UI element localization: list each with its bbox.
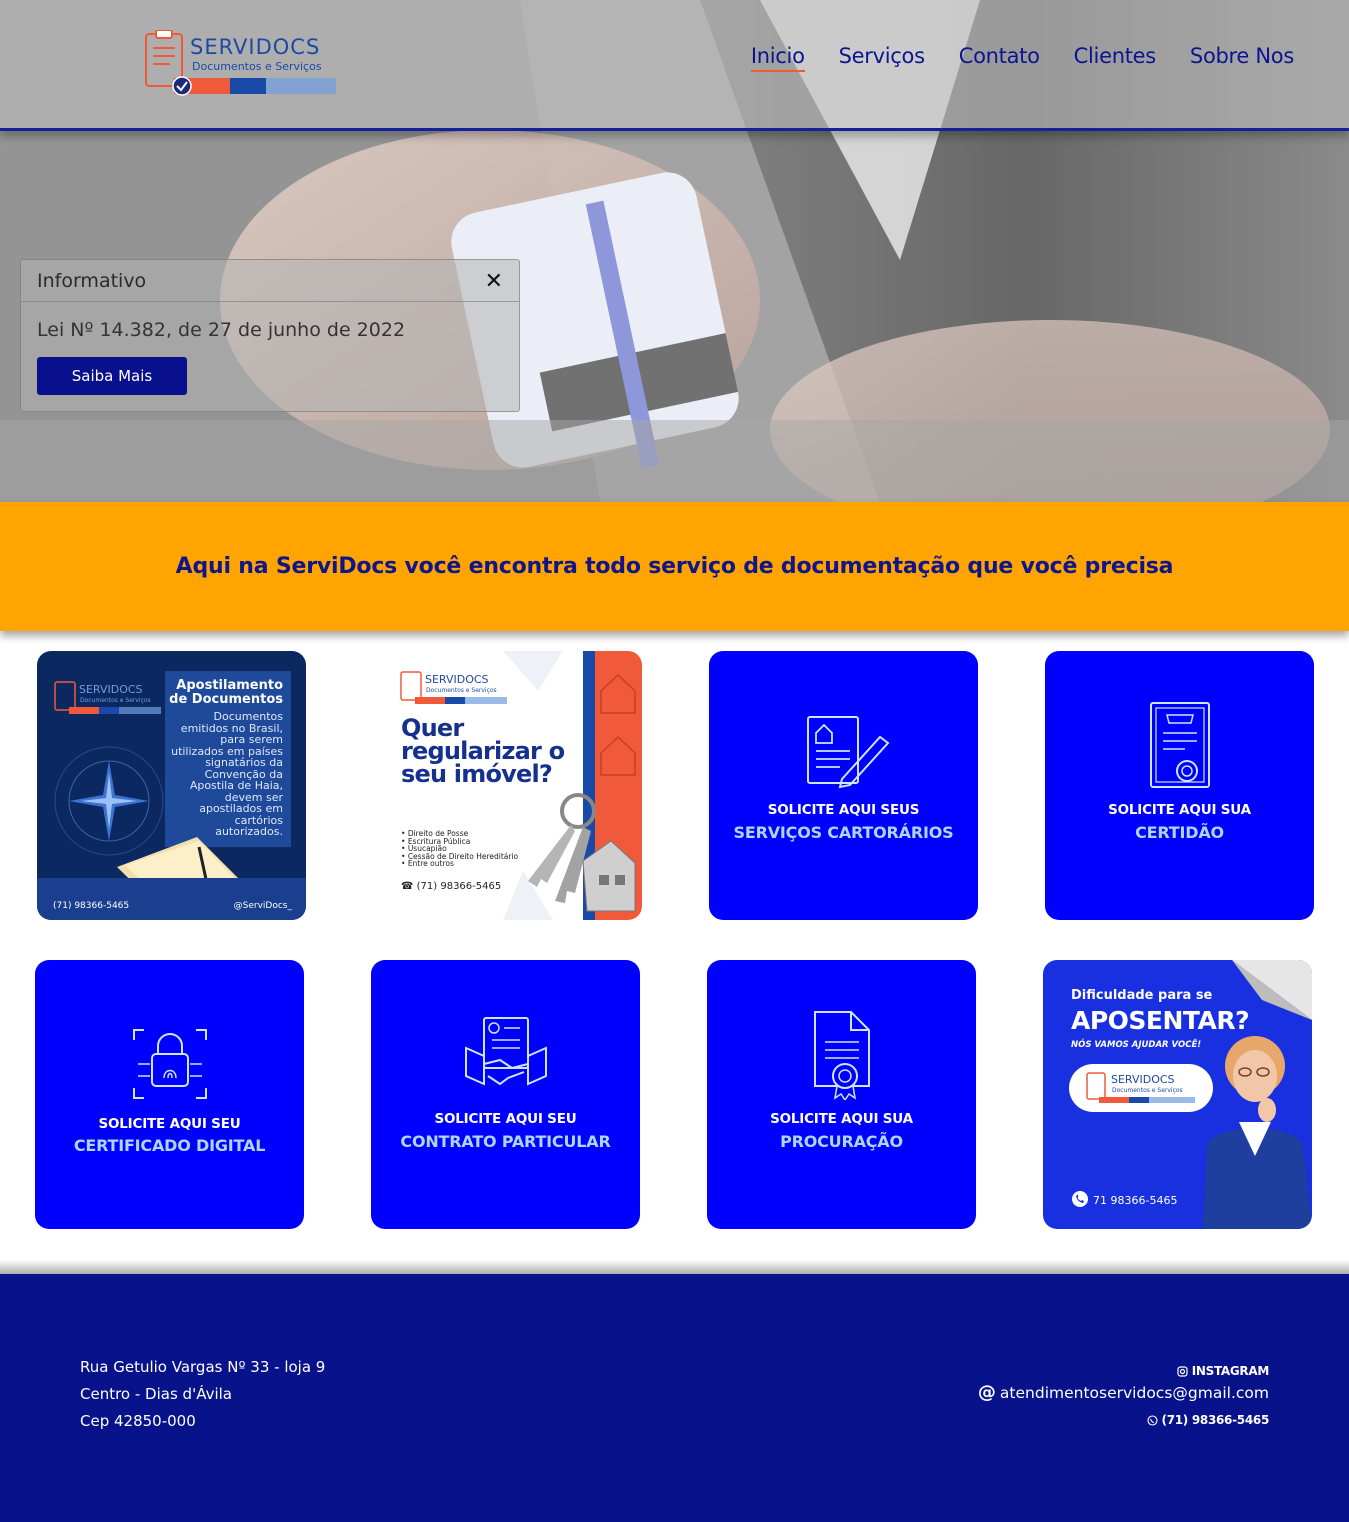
- servidocs-logo: SERVIDOCS Documentos e Serviços: [54, 681, 161, 714]
- svg-text:SERVIDOCS: SERVIDOCS: [1111, 1073, 1175, 1086]
- instagram-label: INSTAGRAM: [1191, 1364, 1270, 1378]
- apostilamento-instagram: @ServiDocs_: [233, 901, 292, 911]
- imovel-list: • Direito de Posse • Escritura Pública •…: [401, 830, 518, 868]
- whatsapp-icon: [1072, 1191, 1088, 1207]
- email-label: atendimentoservidocs@gmail.com: [999, 1383, 1269, 1402]
- svg-text:SERVIDOCS: SERVIDOCS: [190, 35, 320, 59]
- card-procuracao[interactable]: SOLICITE AQUI SUA PROCURAÇÃO: [707, 960, 976, 1229]
- apostilamento-title-line2: de Documentos: [169, 692, 283, 707]
- apostilamento-title: Apostilamento de Documentos: [165, 679, 283, 707]
- nav-clientes[interactable]: Clientes: [1074, 44, 1157, 72]
- svg-text:SERVIDOCS: SERVIDOCS: [425, 673, 489, 686]
- svg-text:Documentos e Serviços: Documentos e Serviços: [426, 687, 497, 694]
- whatsapp-label: (71) 98366-5465: [1161, 1413, 1270, 1427]
- imovel-title: Quer regularizar o seu imóvel?: [401, 714, 565, 788]
- phone-icon: ☎: [401, 881, 417, 892]
- apostilamento-phone: (71) 98366-5465: [53, 901, 130, 911]
- nav-inicio[interactable]: Inicio: [750, 44, 805, 72]
- card-line2: CERTIDÃO: [1135, 823, 1224, 842]
- card-line1: SOLICITE AQUI SUA: [1108, 802, 1251, 818]
- card-line2: PROCURAÇÃO: [780, 1132, 903, 1151]
- card-servicos-cartorarios[interactable]: SOLICITE AQUI SEUS SERVIÇOS CARTORÁRIOS: [709, 651, 978, 920]
- whatsapp-icon: [1146, 1414, 1158, 1426]
- apostilamento-panel: Apostilamento de Documentos Documentos em…: [165, 671, 291, 847]
- card-line1: SOLICITE AQUI SEU: [434, 1111, 577, 1127]
- svg-text:Documentos e Serviços: Documentos e Serviços: [1112, 1087, 1183, 1094]
- fingerprint-lock-icon: [132, 1029, 207, 1099]
- address-line: Rua Getulio Vargas Nº 33 - loja 9: [80, 1358, 326, 1376]
- certificate-icon: [1149, 702, 1210, 788]
- info-popup-title: Informativo: [37, 269, 147, 292]
- aposentar-subtitle: NÓS VAMOS AJUDAR VOCÊ!: [1071, 1040, 1202, 1050]
- servidocs-logo: SERVIDOCS Documentos e Serviços: [400, 671, 507, 704]
- address-line: Cep 42850-000: [80, 1412, 196, 1430]
- address-line: Centro - Dias d'Ávila: [80, 1385, 232, 1403]
- footer-shadow: [0, 1260, 1349, 1274]
- aposentar-phone: 71 98366-5465: [1093, 1194, 1178, 1207]
- keys-icon: [528, 793, 636, 912]
- imovel-list-item: • Entre outros: [401, 859, 454, 868]
- aposentar-logo-pill: SERVIDOCS Documentos e Serviços: [1069, 1064, 1213, 1112]
- card-certificado-digital[interactable]: SOLICITE AQUI SEU CERTIFICADO DIGITAL: [35, 960, 304, 1229]
- card-imovel[interactable]: SERVIDOCS Documentos e Serviços Quer reg…: [373, 651, 642, 920]
- email-link[interactable]: @ atendimentoservidocs@gmail.com: [978, 1382, 1269, 1403]
- imovel-list-item-text: Entre outros: [407, 859, 454, 868]
- nav-contato[interactable]: Contato: [959, 44, 1040, 72]
- main-nav: Inicio Serviços Contato Clientes Sobre N…: [750, 44, 1294, 72]
- servidocs-logo: SERVIDOCS Documentos e Serviços: [1086, 1072, 1195, 1103]
- card-certidao[interactable]: SOLICITE AQUI SUA CERTIDÃO: [1045, 651, 1314, 920]
- document-seal-icon: [813, 1011, 870, 1100]
- nav-sobre-nos[interactable]: Sobre Nos: [1190, 44, 1294, 72]
- document-pen-icon: [806, 716, 889, 789]
- close-icon[interactable]: ✕: [485, 269, 503, 292]
- servidocs-logo[interactable]: SERVIDOCS Documentos e Serviços: [144, 30, 339, 98]
- card-line1: SOLICITE AQUI SUA: [770, 1111, 913, 1127]
- info-popup-header: Informativo ✕: [21, 260, 519, 302]
- saiba-mais-button[interactable]: Saiba Mais: [37, 357, 187, 395]
- instagram-link[interactable]: INSTAGRAM: [978, 1364, 1269, 1378]
- apostilamento-footer: [37, 878, 306, 920]
- card-line2: SERVIÇOS CARTORÁRIOS: [733, 823, 954, 842]
- card-line1: SOLICITE AQUI SEU: [98, 1116, 241, 1132]
- nav-servicos[interactable]: Serviços: [839, 44, 925, 72]
- apostilamento-body: Documentos emitidos no Brasil, para sere…: [171, 710, 283, 838]
- elderly-woman-photo: [1203, 1036, 1312, 1229]
- svg-text:Documentos e Serviços: Documentos e Serviços: [192, 60, 322, 73]
- card-apostilamento[interactable]: SERVIDOCS Documentos e Serviços Apostila…: [37, 651, 306, 920]
- info-popup-text: Lei Nº 14.382, de 27 de junho de 2022: [37, 319, 406, 341]
- footer-address: Rua Getulio Vargas Nº 33 - loja 9 Centro…: [80, 1354, 325, 1435]
- site-header: SERVIDOCS Documentos e Serviços Inicio S…: [0, 0, 1349, 131]
- card-line2: CERTIFICADO DIGITAL: [73, 1136, 266, 1155]
- svg-text:SERVIDOCS: SERVIDOCS: [79, 683, 143, 696]
- imovel-phone-text: (71) 98366-5465: [416, 881, 502, 892]
- banner-text: Aqui na ServiDocs você encontra todo ser…: [175, 554, 1174, 579]
- card-contrato-particular[interactable]: SOLICITE AQUI SEU CONTRATO PARTICULAR: [371, 960, 640, 1229]
- svg-text:Documentos e Serviços: Documentos e Serviços: [80, 697, 151, 704]
- card-line2: CONTRATO PARTICULAR: [400, 1132, 611, 1151]
- info-popup: Informativo ✕ Lei Nº 14.382, de 27 de ju…: [20, 259, 520, 412]
- contract-handshake-icon: [464, 1017, 547, 1086]
- footer-contacts: INSTAGRAM @ atendimentoservidocs@gmail.c…: [978, 1364, 1269, 1427]
- apostilamento-title-line1: Apostilamento: [176, 678, 283, 693]
- at-icon: @: [977, 1382, 996, 1403]
- instagram-icon: [1177, 1365, 1188, 1377]
- whatsapp-link[interactable]: (71) 98366-5465: [978, 1413, 1269, 1427]
- card-aposentar[interactable]: Dificuldade para se APOSENTAR? NÓS VAMOS…: [1043, 960, 1312, 1229]
- promo-banner: Aqui na ServiDocs você encontra todo ser…: [0, 502, 1349, 631]
- site-footer: Rua Getulio Vargas Nº 33 - loja 9 Centro…: [0, 1274, 1349, 1522]
- imovel-phone: ☎ (71) 98366-5465: [401, 881, 501, 892]
- card-line1: SOLICITE AQUI SEUS: [767, 802, 920, 818]
- aposentar-question: Dificuldade para se: [1071, 988, 1213, 1003]
